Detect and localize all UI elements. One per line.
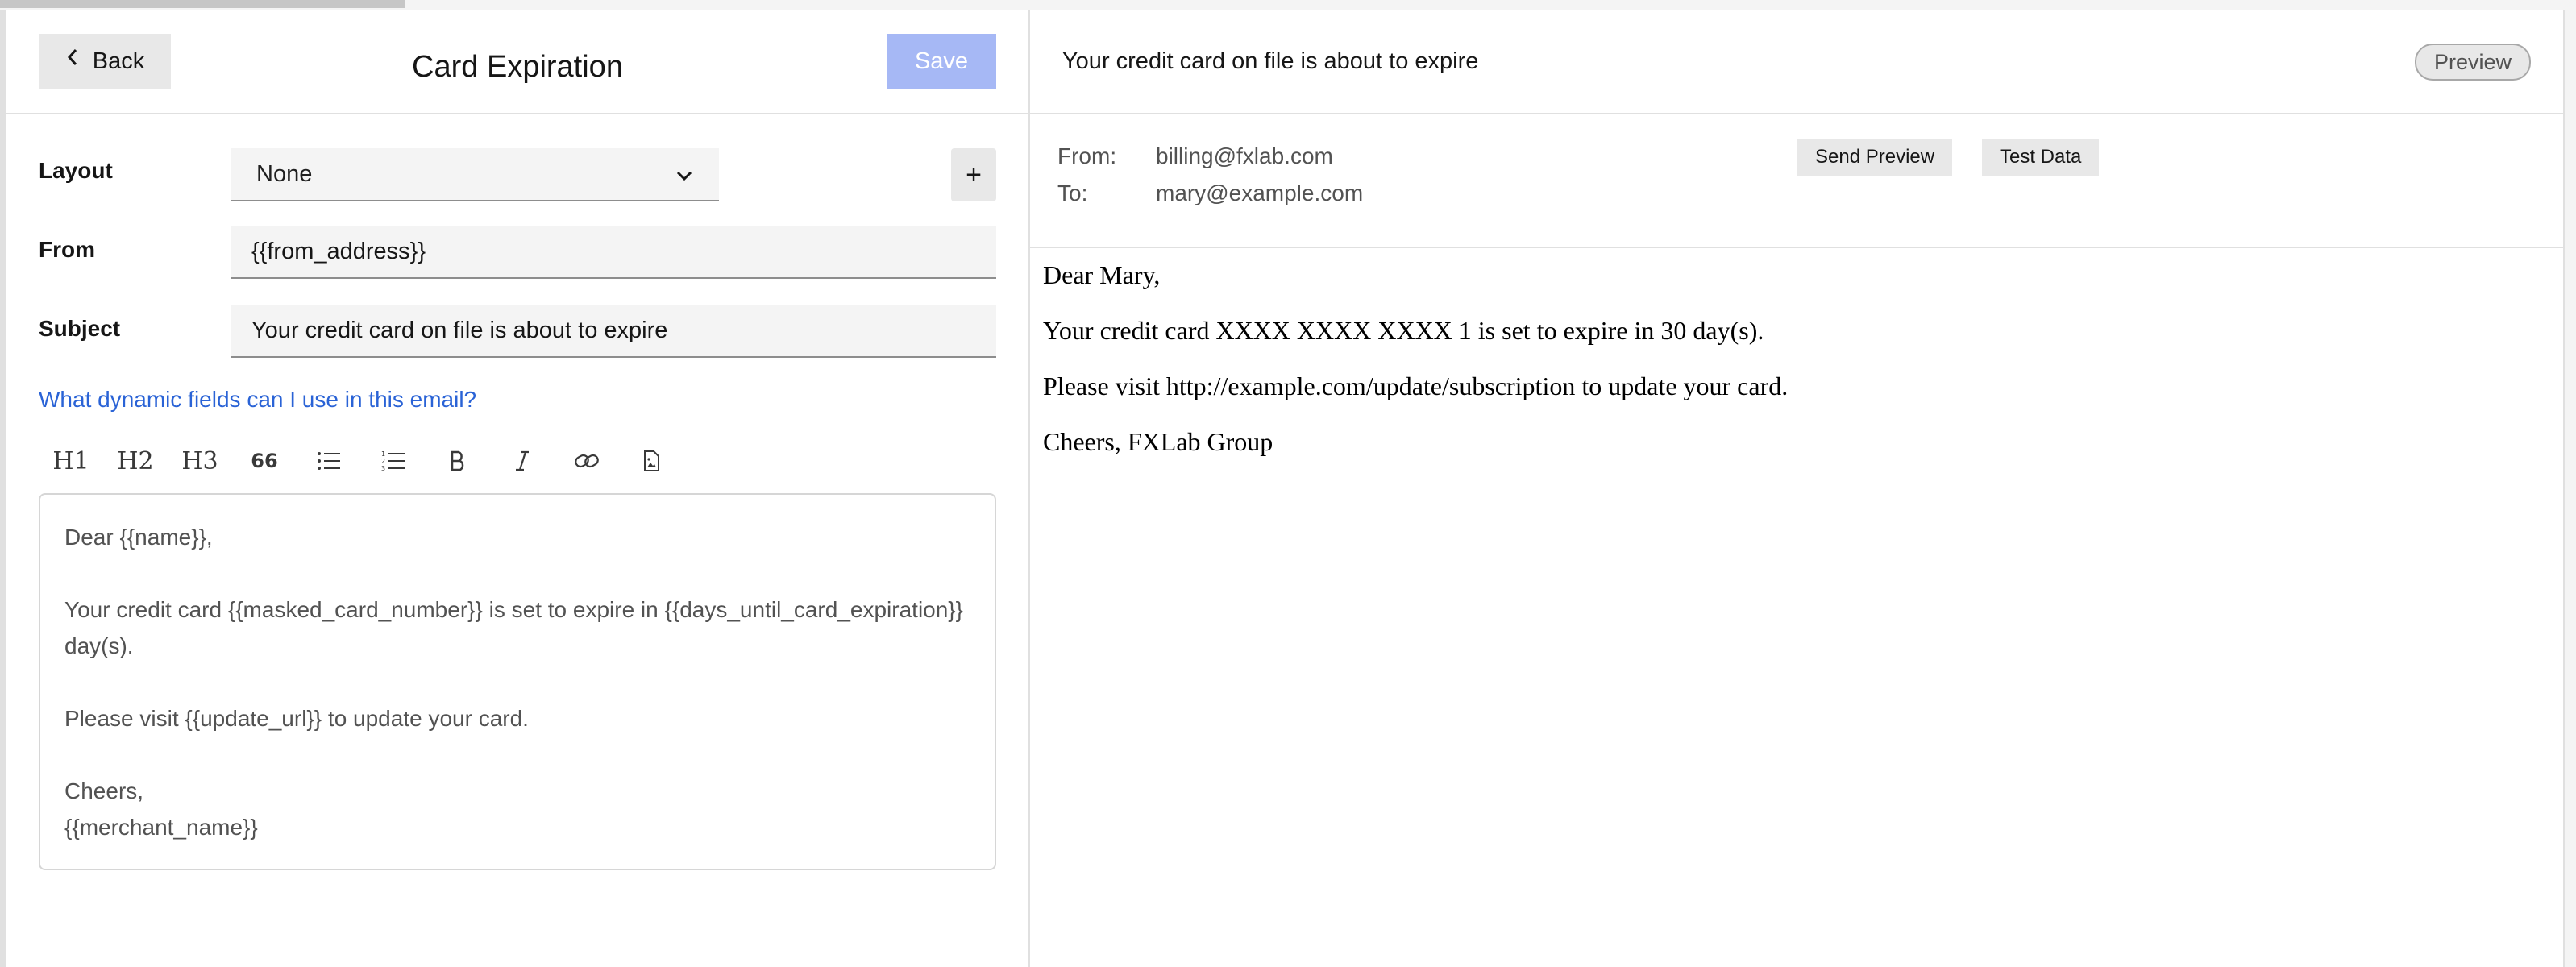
right-edge: [2563, 10, 2576, 967]
bold-icon: [451, 450, 464, 471]
bold-button[interactable]: [426, 437, 490, 485]
subject-field[interactable]: Your credit card on file is about to exp…: [231, 305, 996, 358]
layout-select-value: None: [256, 160, 313, 187]
loading-bar: [0, 0, 405, 8]
image-file-icon: [644, 450, 659, 471]
layout-label: Layout: [39, 158, 113, 183]
chevron-left-icon: [65, 46, 80, 73]
heading3-button[interactable]: H3: [168, 437, 232, 485]
add-layout-button[interactable]: +: [951, 148, 996, 201]
dynamic-fields-help-link[interactable]: What dynamic fields can I use in this em…: [39, 387, 476, 413]
insert-image-button[interactable]: [619, 437, 683, 485]
heading2-button[interactable]: H2: [103, 437, 168, 485]
divider: [1030, 247, 2563, 248]
preview-body-line: Cheers, FXLab Group: [1043, 427, 1273, 456]
subject-label: Subject: [39, 316, 121, 341]
preview-subject: Your credit card on file is about to exp…: [1062, 48, 1479, 74]
bulleted-list-icon: [318, 452, 340, 470]
svg-text:1: 1: [381, 450, 385, 458]
heading1-icon: H1: [52, 446, 89, 475]
test-data-button[interactable]: Test Data: [1982, 139, 2100, 176]
numbered-list-icon: 123: [381, 450, 405, 472]
preview-body-line: Please visit http://example.com/update/s…: [1043, 371, 1789, 400]
heading1-button[interactable]: H1: [39, 437, 103, 485]
send-preview-button[interactable]: Send Preview: [1797, 139, 1953, 176]
back-label: Back: [92, 48, 145, 74]
editor-toolbar: H1 H2 H3 66 123: [39, 437, 683, 485]
heading2-icon: H2: [117, 446, 154, 475]
heading3-icon: H3: [181, 446, 218, 475]
preview-from-label: From:: [1057, 143, 1117, 168]
italic-button[interactable]: [490, 437, 555, 485]
preview-email-body: Dear Mary, Your credit card XXXX XXXX XX…: [1043, 259, 2542, 482]
email-editor-panel: Back Card Expiration Save Layout None + …: [6, 10, 1030, 967]
from-field[interactable]: {{from_address}}: [231, 226, 996, 279]
editor-header: Back Card Expiration Save: [6, 10, 1028, 114]
preview-to-value: mary@example.com: [1156, 181, 1364, 205]
link-button[interactable]: [555, 437, 619, 485]
bulleted-list-button[interactable]: [297, 437, 361, 485]
from-label: From: [39, 237, 95, 262]
preview-body-line: Dear Mary,: [1043, 260, 1161, 289]
numbered-list-button[interactable]: 123: [361, 437, 426, 485]
save-button[interactable]: Save: [887, 34, 996, 89]
email-preview-panel: Your credit card on file is about to exp…: [1030, 10, 2563, 967]
quote-icon: 66: [251, 450, 278, 472]
preview-to-label: To:: [1057, 181, 1088, 205]
left-edge: [0, 10, 6, 967]
svg-text:3: 3: [381, 465, 385, 472]
italic-icon: [516, 450, 529, 471]
preview-tag: Preview: [2414, 44, 2531, 81]
layout-select[interactable]: None: [231, 148, 719, 201]
preview-body-line: Your credit card XXXX XXXX XXXX 1 is set…: [1043, 316, 1764, 345]
svg-text:2: 2: [381, 458, 385, 465]
preview-from-value: billing@fxlab.com: [1156, 143, 1333, 168]
link-icon: [575, 454, 599, 468]
quote-button[interactable]: 66: [232, 437, 297, 485]
chevron-down-icon: [675, 161, 693, 188]
back-button[interactable]: Back: [39, 34, 171, 89]
email-body-editor[interactable]: Dear {{name}}, Your credit card {{masked…: [39, 493, 996, 870]
preview-header: Your credit card on file is about to exp…: [1030, 10, 2563, 114]
